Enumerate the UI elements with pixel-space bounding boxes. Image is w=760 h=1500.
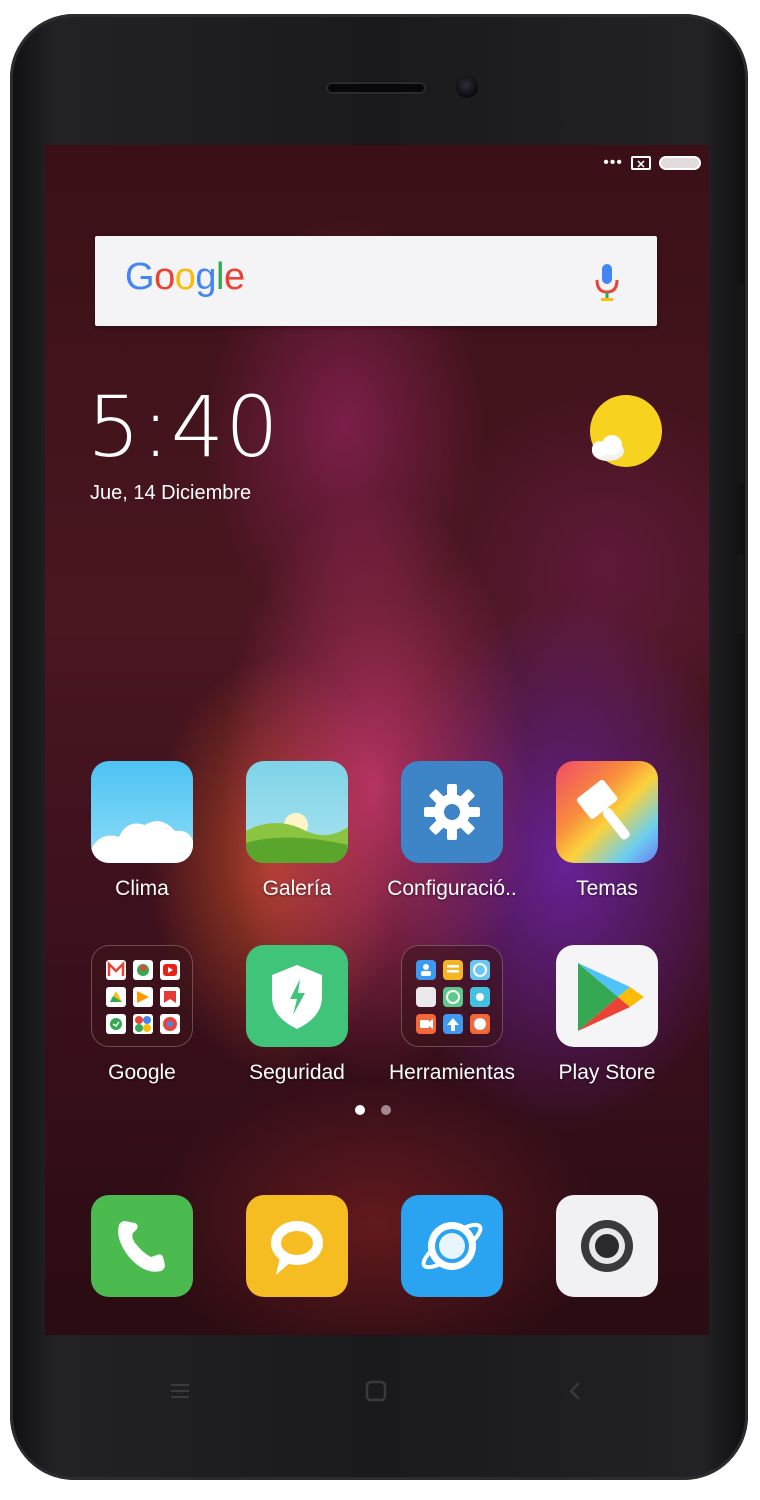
logo-letter: g — [195, 256, 216, 298]
microphone-icon[interactable] — [593, 262, 621, 302]
clock-date[interactable]: Jue, 14 Diciembre — [90, 482, 251, 505]
app-label: Clima — [115, 877, 169, 900]
app-label: Seguridad — [249, 1061, 345, 1084]
app-label: Play Store — [558, 1061, 656, 1084]
app-seguridad[interactable]: Seguridad — [227, 945, 367, 1085]
earpiece-speaker — [326, 82, 426, 94]
app-label: Configuració.. — [387, 877, 517, 900]
app-temas[interactable]: Temas — [537, 761, 677, 901]
dock-browser[interactable] — [382, 1195, 522, 1297]
themes-brush-icon — [556, 761, 658, 863]
front-camera — [456, 76, 478, 98]
phone-icon — [91, 1195, 193, 1297]
google-search-bar[interactable]: Google — [95, 236, 657, 326]
page-dot-active[interactable] — [355, 1105, 365, 1115]
app-herramientas[interactable]: Herramientas — [382, 945, 522, 1085]
tools-folder-icon — [401, 945, 503, 1047]
back-icon[interactable] — [564, 1380, 588, 1402]
logo-letter: e — [223, 256, 245, 298]
home-screen: ••• ✕ Google 5:40 Jue, 14 Diciembre Clim… — [45, 145, 709, 1335]
dock-messages[interactable] — [227, 1195, 367, 1297]
logo-letter: l — [215, 256, 224, 298]
power-button — [736, 554, 744, 634]
logo-letter: o — [174, 256, 196, 298]
dock-camera[interactable] — [537, 1195, 677, 1297]
app-galeria[interactable]: Galería — [227, 761, 367, 901]
status-bar: ••• ✕ — [603, 151, 701, 175]
settings-gear-icon — [401, 761, 503, 863]
volume-button — [736, 284, 744, 484]
app-label: Herramientas — [388, 1061, 516, 1084]
camera-icon — [556, 1195, 658, 1297]
app-label: Galería — [262, 877, 332, 900]
menu-icon[interactable] — [168, 1380, 192, 1402]
page-indicator — [355, 1105, 391, 1115]
google-folder-icon — [91, 945, 193, 1047]
app-clima[interactable]: Clima — [72, 761, 212, 901]
home-icon[interactable] — [364, 1380, 388, 1402]
more-dots-icon: ••• — [603, 154, 623, 171]
dock-phone[interactable] — [72, 1195, 212, 1297]
app-configuracion[interactable]: Configuració.. — [382, 761, 522, 901]
clock-time[interactable]: 5:40 — [87, 385, 280, 469]
messages-icon — [246, 1195, 348, 1297]
battery-icon — [659, 156, 701, 170]
sim-x-icon: ✕ — [631, 156, 651, 171]
app-label: Temas — [576, 877, 638, 900]
app-google-folder[interactable]: Google — [72, 945, 212, 1085]
security-shield-icon — [246, 945, 348, 1047]
sun-cloud-icon[interactable] — [586, 393, 666, 473]
logo-letter: G — [125, 256, 155, 298]
gallery-icon — [246, 761, 348, 863]
app-label: Google — [108, 1061, 176, 1084]
play-store-icon — [556, 945, 658, 1047]
weather-icon — [91, 761, 193, 863]
page-dot[interactable] — [381, 1105, 391, 1115]
logo-letter: o — [154, 256, 175, 298]
navigation-bar — [0, 1380, 760, 1420]
browser-icon — [401, 1195, 503, 1297]
google-logo: Google — [125, 256, 245, 299]
app-play-store[interactable]: Play Store — [537, 945, 677, 1085]
